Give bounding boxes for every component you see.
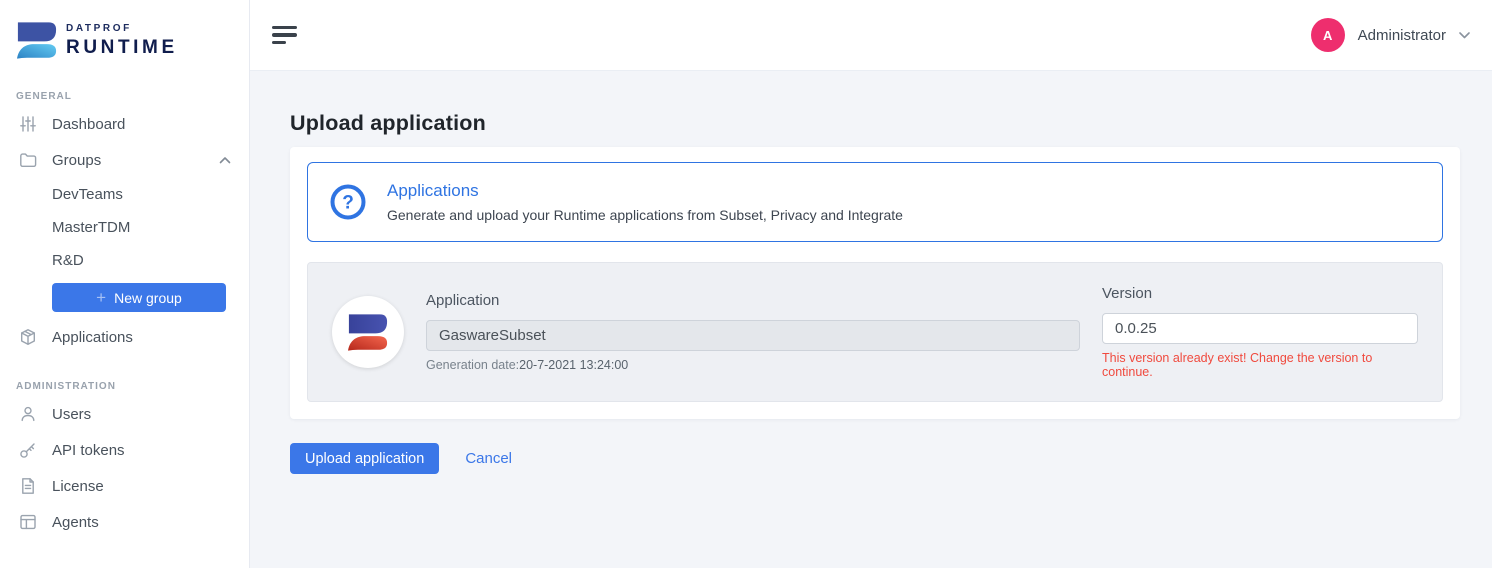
form-actions: Upload application Cancel [290, 443, 1460, 474]
upload-card: ? Applications Generate and upload your … [290, 147, 1460, 419]
sidebar: DATPROF RUNTIME GENERAL Dashboard Groups [0, 0, 250, 568]
app-root: DATPROF RUNTIME GENERAL Dashboard Groups [0, 0, 1492, 568]
datprof-logo-icon [17, 22, 57, 59]
page-title: Upload application [290, 111, 1460, 136]
datprof-app-icon [348, 314, 388, 351]
avatar: A [1311, 18, 1345, 52]
sidebar-item-label: License [52, 478, 104, 495]
version-field: Version This version already exist! Chan… [1102, 285, 1418, 379]
layout-icon [19, 513, 37, 531]
sidebar-item-rnd[interactable]: R&D [0, 244, 249, 277]
sidebar-item-applications[interactable]: Applications [0, 319, 249, 355]
sidebar-item-label: Groups [52, 152, 101, 169]
chevron-down-icon [1459, 32, 1470, 39]
application-label: Application [426, 292, 1080, 309]
document-icon [19, 477, 37, 495]
avatar-initial: A [1323, 28, 1332, 43]
sidebar-item-license[interactable]: License [0, 468, 249, 504]
sidebar-item-label: Agents [52, 514, 99, 531]
user-menu[interactable]: A Administrator [1311, 18, 1470, 52]
application-field: Application Generation date:20-7-2021 13… [426, 292, 1080, 372]
key-icon [19, 441, 37, 459]
section-label-general: GENERAL [16, 91, 249, 102]
brand-name-bottom: RUNTIME [66, 38, 178, 57]
group-label: DevTeams [52, 186, 123, 203]
application-logo [332, 296, 404, 368]
folder-icon [19, 151, 37, 169]
user-name: Administrator [1358, 27, 1446, 44]
section-label-administration: ADMINISTRATION [16, 381, 249, 392]
version-error: This version already exist! Change the v… [1102, 351, 1418, 379]
group-label: R&D [52, 252, 84, 269]
brand-name-top: DATPROF [66, 24, 178, 34]
help-circle-icon: ? [328, 182, 368, 222]
sliders-icon [19, 115, 37, 133]
main-column: A Administrator Upload application ? App… [250, 0, 1492, 568]
page-content: Upload application ? Applications Genera… [250, 71, 1492, 568]
user-icon [19, 405, 37, 423]
sidebar-item-label: Applications [52, 329, 133, 346]
info-text: Applications Generate and upload your Ru… [387, 181, 903, 223]
package-icon [19, 328, 37, 346]
sidebar-item-dashboard[interactable]: Dashboard [0, 106, 249, 142]
sidebar-item-api-tokens[interactable]: API tokens [0, 432, 249, 468]
chevron-up-icon [219, 156, 231, 164]
brand-text: DATPROF RUNTIME [66, 24, 178, 57]
brand-logo[interactable]: DATPROF RUNTIME [0, 0, 249, 65]
sidebar-nav-admin: Users API tokens License [0, 396, 249, 540]
sidebar-item-devteams[interactable]: DevTeams [0, 178, 249, 211]
application-input [426, 320, 1080, 351]
generation-date-label: Generation date: [426, 358, 519, 372]
sidebar-item-label: Users [52, 406, 91, 423]
svg-text:?: ? [342, 193, 354, 214]
version-label: Version [1102, 285, 1418, 302]
generation-date-value: 20-7-2021 13:24:00 [519, 358, 628, 372]
generation-date: Generation date:20-7-2021 13:24:00 [426, 358, 1080, 372]
sidebar-item-users[interactable]: Users [0, 396, 249, 432]
menu-toggle-icon[interactable] [272, 24, 297, 47]
info-description: Generate and upload your Runtime applica… [387, 207, 903, 223]
new-group-button[interactable]: + New group [52, 283, 226, 312]
new-group-label: New group [114, 290, 182, 306]
sidebar-item-label: API tokens [52, 442, 125, 459]
info-title: Applications [387, 181, 903, 201]
info-banner: ? Applications Generate and upload your … [307, 162, 1443, 242]
upload-application-button[interactable]: Upload application [290, 443, 439, 474]
sidebar-item-mastertdm[interactable]: MasterTDM [0, 211, 249, 244]
sidebar-nav: Dashboard Groups DevTeams MasterTDM R&D [0, 106, 249, 355]
sidebar-item-agents[interactable]: Agents [0, 504, 249, 540]
group-label: MasterTDM [52, 219, 130, 236]
application-form: Application Generation date:20-7-2021 13… [307, 262, 1443, 402]
sidebar-item-groups[interactable]: Groups [0, 142, 249, 178]
plus-icon: + [96, 289, 106, 306]
sidebar-item-label: Dashboard [52, 116, 125, 133]
cancel-link[interactable]: Cancel [465, 450, 512, 467]
version-input[interactable] [1102, 313, 1418, 344]
topbar: A Administrator [250, 0, 1492, 71]
